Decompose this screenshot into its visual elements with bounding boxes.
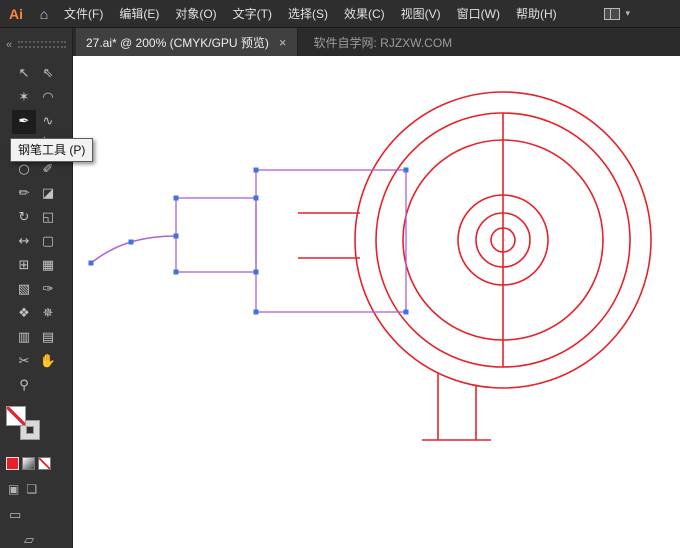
- content-row: « ↖⇖✶◠✒∿T╲○✐✏◪↻◱↔▢⊞▦▧✑❖✵▥▤✂✋⚲ ▣ ❏ ▭ ▱: [0, 28, 680, 548]
- tool-slice[interactable]: ✂: [12, 350, 36, 374]
- anchor-point[interactable]: [128, 239, 134, 245]
- menu-item-help[interactable]: 帮助(H): [508, 0, 565, 28]
- anchor-point[interactable]: [253, 309, 259, 315]
- anchor-point[interactable]: [88, 260, 94, 266]
- menu-item-view[interactable]: 视图(V): [393, 0, 449, 28]
- collapse-panel-button[interactable]: «: [6, 39, 12, 51]
- tool-zoom[interactable]: ⚲: [12, 374, 36, 398]
- tool-selection[interactable]: ↖: [12, 62, 36, 86]
- tool-scale[interactable]: ◱: [36, 206, 60, 230]
- none-mode-button[interactable]: [38, 457, 51, 470]
- tool-curvature[interactable]: ∿: [36, 110, 60, 134]
- tool-gradient[interactable]: ▧: [12, 278, 36, 302]
- close-icon[interactable]: ×: [279, 35, 287, 50]
- tool-perspective-grid[interactable]: ⊞: [12, 254, 36, 278]
- workspace-switcher[interactable]: ▾: [604, 7, 630, 20]
- artwork-svg: [88, 91, 652, 441]
- app-logo: Ai: [9, 5, 23, 22]
- none-diagonal-icon: [7, 406, 25, 425]
- menu-item-effect[interactable]: 效果(C): [336, 0, 393, 28]
- tools-panel: « ↖⇖✶◠✒∿T╲○✐✏◪↻◱↔▢⊞▦▧✑❖✵▥▤✂✋⚲ ▣ ❏ ▭ ▱: [0, 28, 73, 548]
- selected-path-rect[interactable]: [255, 169, 407, 313]
- anchor-point[interactable]: [253, 269, 259, 275]
- tool-eyedropper[interactable]: ✑: [36, 278, 60, 302]
- tool-symbol-sprayer[interactable]: ✵: [36, 302, 60, 326]
- menubar: Ai ⌂ 文件(F) 编辑(E) 对象(O) 文字(T) 选择(S) 效果(C) 视图(V)…: [0, 0, 680, 28]
- fill-swatch[interactable]: [6, 405, 26, 426]
- gradient-mode-button[interactable]: [22, 457, 35, 470]
- tool-magic-wand[interactable]: ✶: [12, 86, 36, 110]
- document-tab[interactable]: 27.ai* @ 200% (CMYK/GPU 预览) ×: [76, 28, 298, 56]
- tool-pen[interactable]: ✒: [12, 109, 36, 134]
- draw-mode-row: ▣ ❏: [0, 482, 72, 496]
- draw-normal-button[interactable]: ▣: [8, 482, 19, 496]
- main-column: 27.ai* @ 200% (CMYK/GPU 预览) × 软件自学网: RJZ…: [73, 28, 680, 548]
- tool-blend[interactable]: ❖: [12, 302, 36, 326]
- home-icon[interactable]: ⌂: [32, 6, 56, 22]
- workspace-icon: [604, 7, 621, 20]
- tool-grid: ↖⇖✶◠✒∿T╲○✐✏◪↻◱↔▢⊞▦▧✑❖✵▥▤✂✋⚲: [0, 62, 72, 398]
- selected-path-rect[interactable]: [175, 197, 257, 273]
- tool-direct-selection[interactable]: ⇖: [36, 62, 60, 86]
- panel-drag-grip[interactable]: [18, 41, 66, 49]
- document-tab-title: 27.ai* @ 200% (CMYK/GPU 预览): [86, 35, 269, 50]
- menu-item-file[interactable]: 文件(F): [56, 0, 111, 28]
- menu-item-select[interactable]: 选择(S): [280, 0, 336, 28]
- menu-item-type[interactable]: 文字(T): [225, 0, 280, 28]
- tool-free-transform[interactable]: ▢: [36, 230, 60, 254]
- edit-toolbar-button[interactable]: ▱: [0, 533, 72, 548]
- menubar-items: 文件(F) 编辑(E) 对象(O) 文字(T) 选择(S) 效果(C) 视图(V) 窗口(W)…: [56, 0, 565, 28]
- anchor-point[interactable]: [253, 195, 259, 201]
- anchor-point[interactable]: [403, 167, 409, 173]
- tool-eraser[interactable]: ◪: [36, 182, 60, 206]
- tool-mesh[interactable]: ▦: [36, 254, 60, 278]
- tool-width[interactable]: ↔: [12, 230, 36, 254]
- tools-panel-header: «: [0, 28, 72, 62]
- color-mode-row: [0, 457, 72, 470]
- stroke-swatch-hole: [26, 425, 34, 434]
- menu-item-object[interactable]: 对象(O): [167, 0, 224, 28]
- anchor-point[interactable]: [173, 195, 179, 201]
- anchor-point[interactable]: [403, 309, 409, 315]
- anchor-point[interactable]: [173, 233, 179, 239]
- anchor-point[interactable]: [173, 269, 179, 275]
- tool-lasso[interactable]: ◠: [36, 86, 60, 110]
- site-note-text: 软件自学网: RJZXW.COM: [313, 35, 453, 50]
- draw-behind-button[interactable]: ❏: [26, 482, 37, 496]
- tool-rotate[interactable]: ↻: [12, 206, 36, 230]
- color-mode-button[interactable]: [6, 457, 19, 470]
- artboard-canvas[interactable]: [73, 56, 680, 548]
- tool-artboard[interactable]: ▤: [36, 326, 60, 350]
- workspace-icon-split: [610, 8, 612, 19]
- anchor-point[interactable]: [253, 167, 259, 173]
- menu-item-window[interactable]: 窗口(W): [449, 0, 508, 28]
- chevron-down-icon: ▾: [625, 8, 630, 18]
- screen-mode-button[interactable]: ▭: [0, 508, 72, 523]
- fill-stroke-indicator: [0, 404, 72, 453]
- tool-hand[interactable]: ✋: [36, 350, 60, 374]
- menu-item-edit[interactable]: 编辑(E): [111, 0, 167, 28]
- tool-tooltip: 钢笔工具 (P): [10, 138, 94, 162]
- tool-pencil[interactable]: ✏: [12, 182, 36, 206]
- document-tab-bar: 27.ai* @ 200% (CMYK/GPU 预览) × 软件自学网: RJZ…: [73, 28, 680, 56]
- tool-column-graph[interactable]: ▥: [12, 326, 36, 350]
- none-diagonal-icon: [39, 458, 50, 469]
